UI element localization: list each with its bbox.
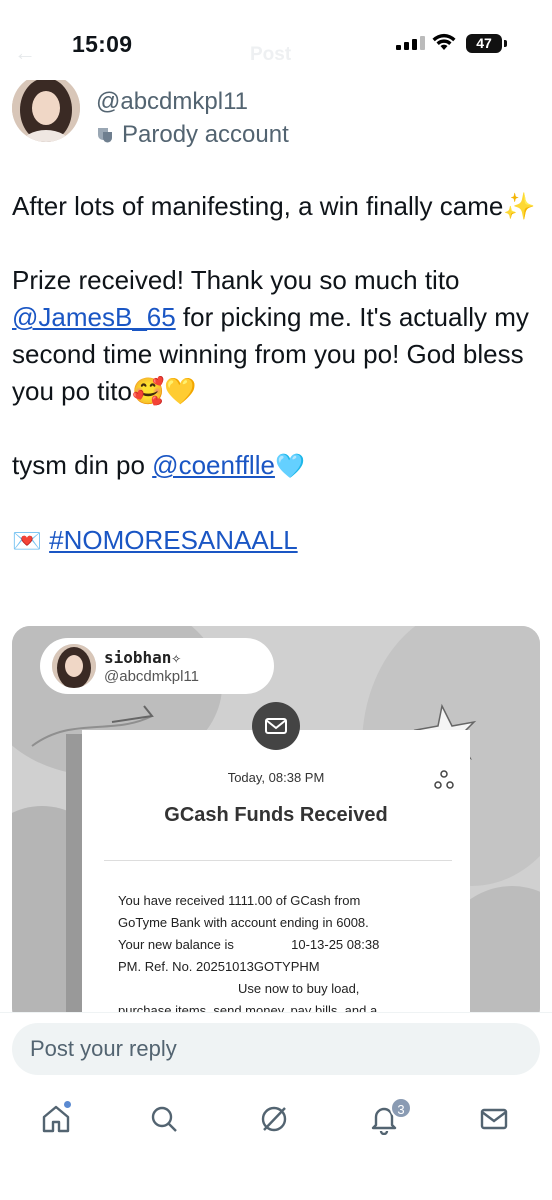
reply-placeholder: Post your reply [30, 1036, 177, 1061]
status-time: 15:09 [72, 31, 133, 57]
theater-masks-icon [98, 128, 112, 143]
receipt-line-segment: 10-13-25 08:38 [287, 937, 380, 952]
wifi-icon [432, 33, 456, 50]
page-title: Post [250, 44, 292, 65]
love-letter-emoji: 💌 [12, 527, 42, 555]
receipt-line: You have received 1111.00 of GCash from [118, 893, 361, 908]
notifications-badge: 3 [390, 1097, 412, 1119]
mention-link-jamesb65[interactable]: @JamesB_65 [12, 302, 176, 332]
tweet-text: After lots of manifesting, a win finally… [12, 188, 540, 560]
tweet-paragraph-4: 💌 #NOMORESANAALL [12, 522, 540, 560]
mail-icon [252, 702, 300, 750]
tweet-text-segment: Prize received! Thank you so much tito [12, 265, 460, 295]
search-icon[interactable] [148, 1103, 180, 1135]
receipt-divider [104, 860, 452, 861]
bottom-tab-bar [0, 1095, 552, 1155]
cellular-signal-icon [396, 36, 426, 50]
home-unread-dot [64, 1101, 71, 1108]
tweet-media-image[interactable]: siobhan✧ @abcdmkpl11 Today, 08:38 PM GCa… [12, 626, 540, 1026]
light-blue-heart-emoji: 🩵 [274, 452, 305, 480]
author-avatar[interactable] [12, 74, 80, 142]
messages-icon[interactable] [478, 1103, 510, 1135]
mention-link-coenfflle[interactable]: @coenfflle [152, 450, 275, 480]
receipt-line: Use now to buy load, [118, 978, 448, 1000]
receipt-title: GCash Funds Received [164, 804, 388, 826]
reply-area: Post your reply 3 [0, 1012, 552, 1200]
status-bar: ← Post 15:09 47 [0, 0, 552, 80]
receipt-line-segment: Your new balance is [118, 937, 238, 952]
receipt-date: Today, 08:38 PM [227, 770, 325, 785]
parody-label-text: Parody account [122, 121, 289, 148]
tweet-paragraph-2: Prize received! Thank you so much tito @… [12, 262, 540, 410]
tweet-paragraph-3: tysm din po @coenfflle🩵 [12, 447, 540, 485]
hashtag-link[interactable]: #NOMORESANAALL [49, 525, 298, 555]
author-handle[interactable]: @abcdmkpl11 [96, 88, 248, 116]
pill-handle: @abcdmkpl11 [104, 668, 199, 685]
battery-indicator: 47 [466, 34, 502, 53]
parody-label: Parody account [96, 121, 289, 149]
receipt-line: Your new balance is 10-13-25 08:38 [118, 934, 448, 956]
tweet-text-segment: tysm din po [12, 450, 153, 480]
receipt-line: PM. Ref. No. 20251013GOTYPHM [118, 959, 320, 974]
battery-cap [504, 40, 507, 47]
pill-name: siobhan✧ [104, 648, 182, 667]
receipt-line: GoTyme Bank with account ending in 6008. [118, 915, 369, 930]
grok-icon[interactable] [258, 1103, 290, 1135]
back-arrow-icon[interactable]: ← [14, 40, 36, 66]
receipt-message: You have received 1111.00 of GCash from … [118, 890, 448, 1022]
reply-input[interactable]: Post your reply [12, 1023, 540, 1075]
tweet-paragraph-1: After lots of manifesting, a win finally… [12, 191, 536, 221]
receipt-line-segment: Use now to buy load, [238, 981, 360, 996]
pill-avatar [52, 644, 96, 688]
